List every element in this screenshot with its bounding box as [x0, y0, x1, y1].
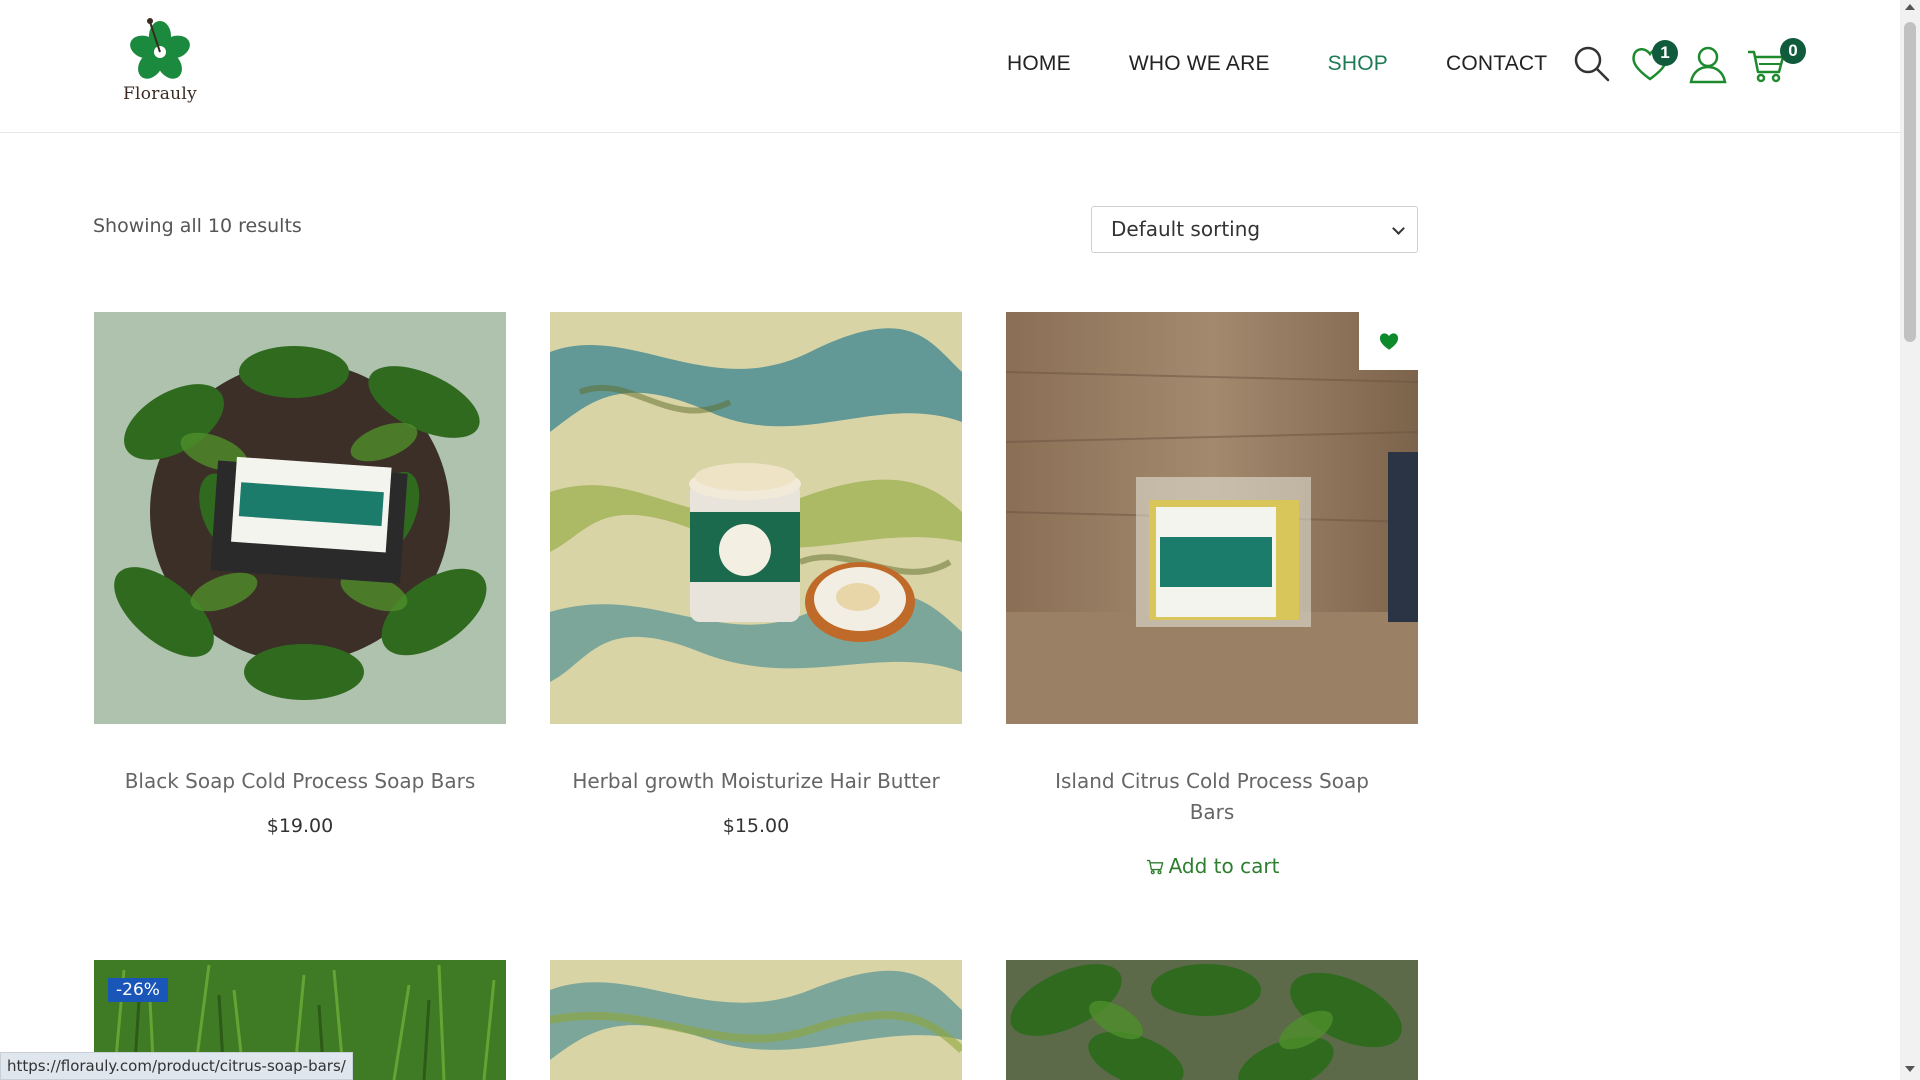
- wishlist-toggle-button[interactable]: [1359, 312, 1418, 370]
- product-price: $19.00: [266, 815, 334, 837]
- marble-photo: [550, 960, 962, 1080]
- product-image-hair-butter[interactable]: [550, 312, 962, 724]
- user-icon: [1689, 46, 1727, 84]
- florauly-logo[interactable]: Florauly: [120, 14, 200, 110]
- sale-badge: -26%: [108, 978, 168, 1002]
- citrus-soap-bar-photo: [1006, 312, 1418, 724]
- cart-button[interactable]: 0: [1746, 38, 1806, 84]
- search-button[interactable]: [1572, 44, 1612, 84]
- product-image[interactable]: [550, 960, 962, 1080]
- soap-on-plant-photo: [94, 312, 506, 724]
- main-nav: HOME WHO WE ARE SHOP CONTACT: [1007, 52, 1605, 76]
- nav-who-we-are[interactable]: WHO WE ARE: [1129, 52, 1270, 76]
- add-to-cart-label: Add to cart: [1168, 854, 1280, 878]
- plant-photo: [1006, 960, 1418, 1080]
- account-button[interactable]: [1688, 44, 1728, 84]
- product-title[interactable]: Island Citrus Cold Process Soap Bars: [1006, 766, 1418, 828]
- sort-selected-value: Default sorting: [1111, 217, 1261, 241]
- product-image[interactable]: [1006, 960, 1418, 1080]
- results-count: Showing all 10 results: [93, 215, 302, 237]
- add-to-cart-button[interactable]: Add to cart: [1006, 854, 1418, 878]
- product-image-citrus-soap[interactable]: [1006, 312, 1418, 724]
- cart-count-badge: 0: [1780, 38, 1806, 64]
- product-title[interactable]: Herbal growth Moisturize Hair Butter: [550, 766, 962, 797]
- nav-contact[interactable]: CONTACT: [1446, 52, 1547, 76]
- site-header: Florauly HOME WHO WE ARE SHOP CONTACT 1: [0, 0, 1900, 133]
- product-title[interactable]: Black Soap Cold Process Soap Bars: [94, 766, 506, 797]
- hibiscus-logo-icon: [130, 18, 190, 79]
- heart-filled-icon: [1379, 333, 1398, 350]
- scroll-thumb[interactable]: [1904, 22, 1916, 342]
- product-image-black-soap[interactable]: [94, 312, 506, 724]
- page-scrollbar[interactable]: [1900, 0, 1920, 1080]
- hair-butter-jar-photo: [550, 312, 962, 724]
- wishlist-button[interactable]: 1: [1630, 40, 1678, 84]
- search-icon: [1574, 46, 1610, 82]
- chevron-down-icon: [1392, 222, 1405, 235]
- product-price: $15.00: [722, 815, 790, 837]
- scroll-down-arrow-icon[interactable]: [1905, 1066, 1915, 1072]
- sort-select[interactable]: Default sorting: [1091, 206, 1418, 253]
- cart-icon: [1146, 859, 1163, 875]
- scroll-up-arrow-icon[interactable]: [1905, 4, 1915, 10]
- nav-shop[interactable]: SHOP: [1328, 52, 1388, 76]
- wishlist-count-badge: 1: [1652, 40, 1678, 66]
- logo-wordmark: Florauly: [122, 84, 198, 104]
- status-bar-url: https://florauly.com/product/citrus-soap…: [0, 1052, 353, 1080]
- nav-home[interactable]: HOME: [1007, 52, 1071, 76]
